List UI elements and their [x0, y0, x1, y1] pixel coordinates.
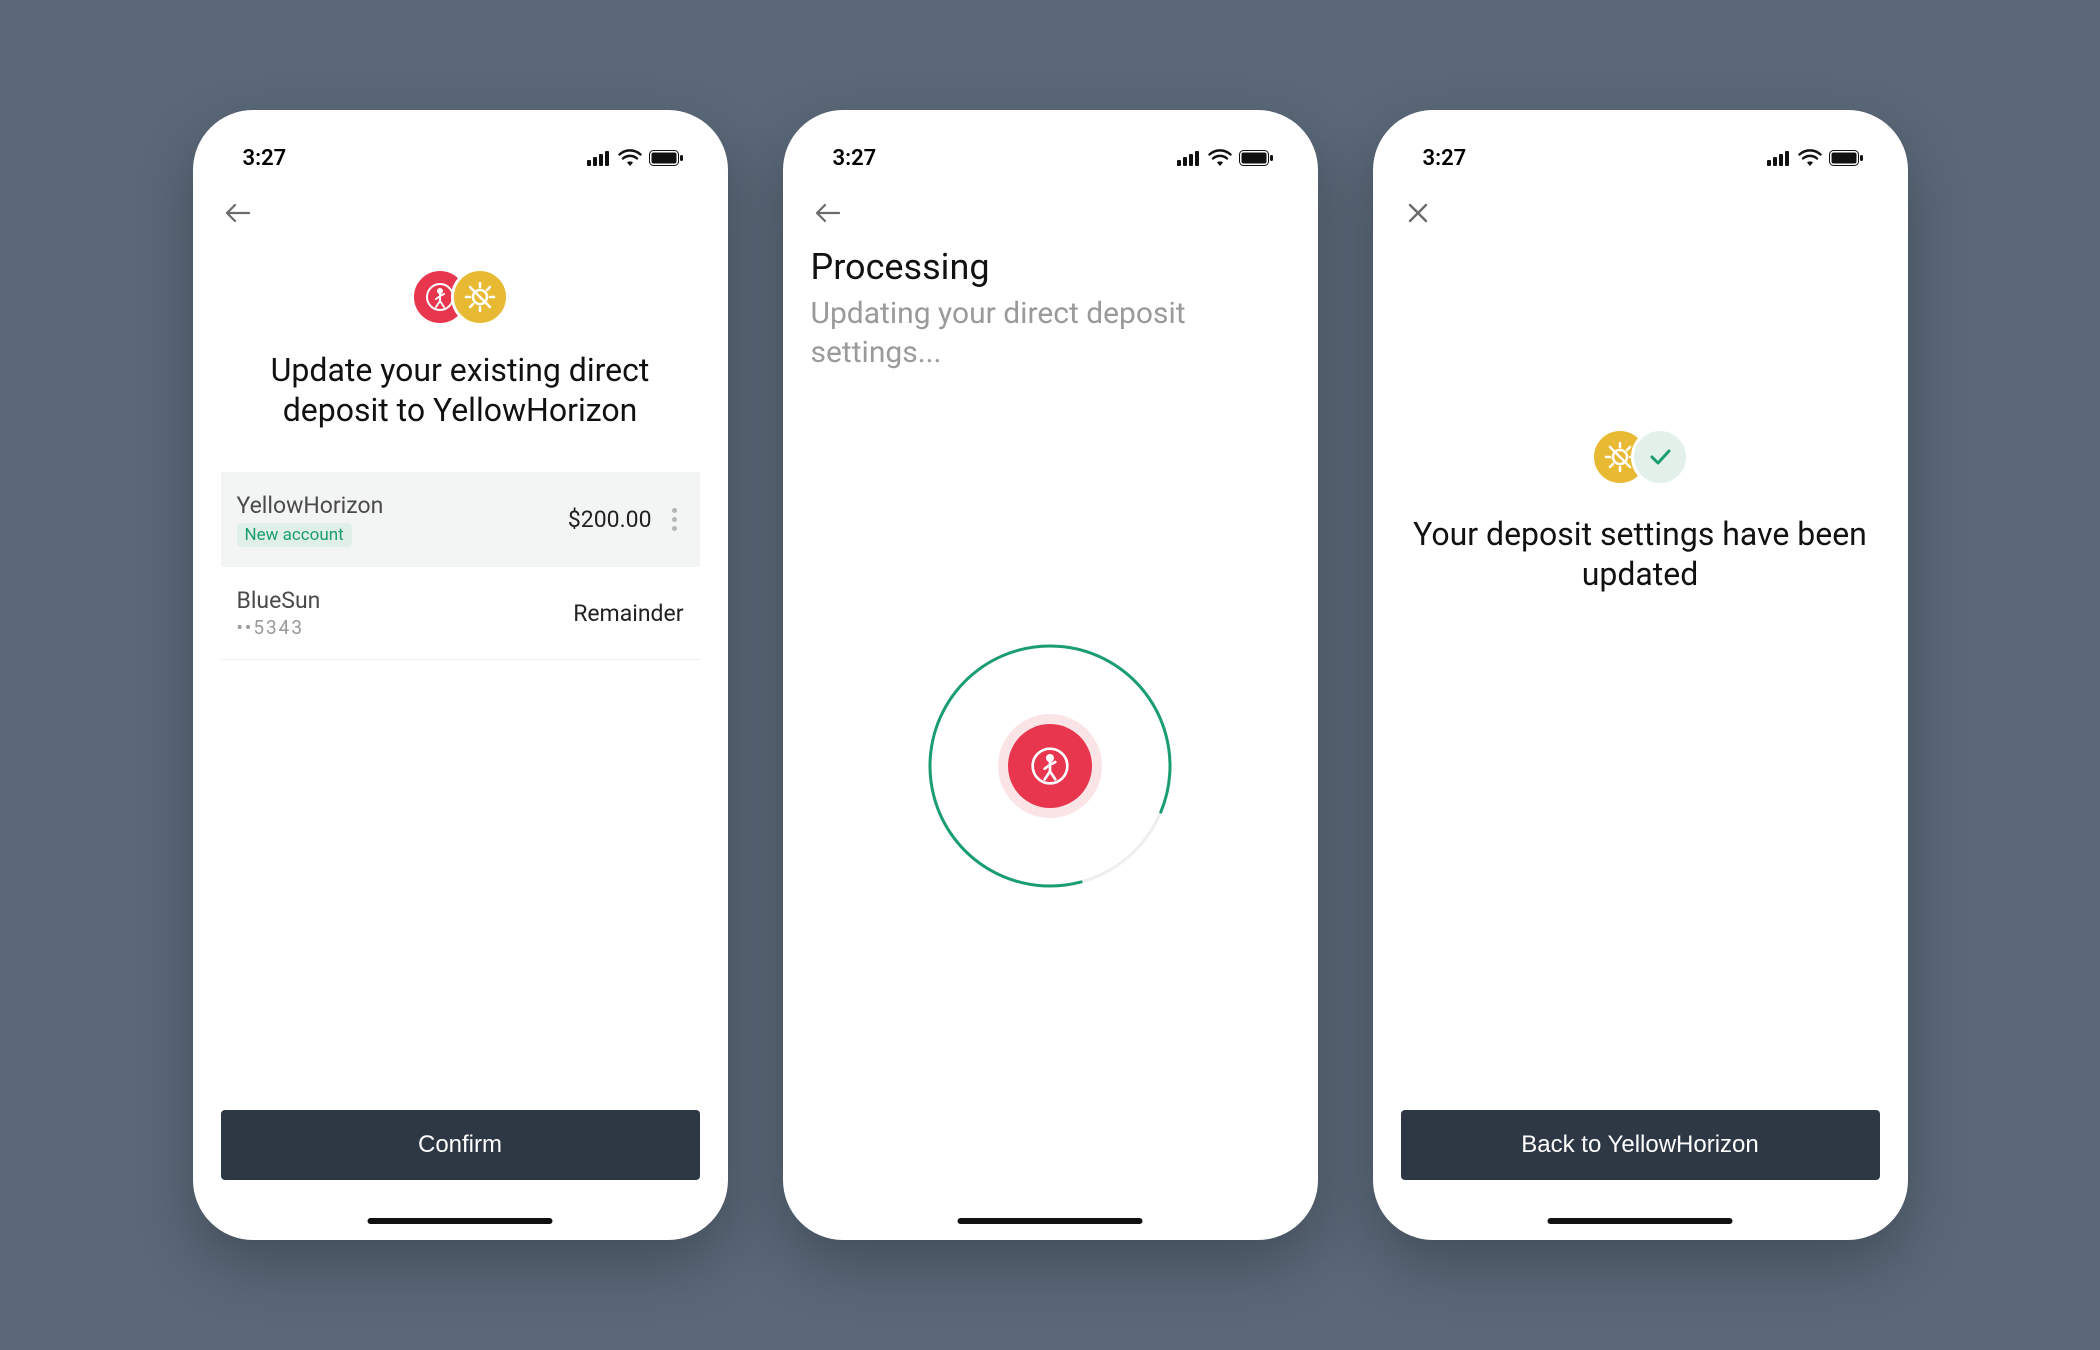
- status-time: 3:27: [833, 146, 877, 171]
- processing-subtitle: Updating your direct deposit settings...: [811, 294, 1290, 372]
- status-time: 3:27: [243, 146, 287, 171]
- nav-row: [1373, 188, 1908, 238]
- screen-content: Update your existing direct deposit to Y…: [193, 238, 728, 1110]
- account-amount: Remainder: [573, 600, 683, 627]
- wifi-icon: [618, 149, 642, 167]
- cellular-icon: [587, 150, 611, 166]
- phone-update-screen: 3:27 Update your existing direct deposit…: [193, 110, 728, 1240]
- brand-logo-pair: [221, 268, 700, 326]
- account-name: YellowHorizon: [237, 492, 568, 519]
- back-button[interactable]: [811, 196, 845, 230]
- loading-spinner: [920, 636, 1180, 896]
- phone-success-screen: 3:27 Your deposit settings have been upd…: [1373, 110, 1908, 1240]
- home-indicator[interactable]: [958, 1218, 1143, 1224]
- phone-processing-screen: 3:27 Processing Updating your direct dep…: [783, 110, 1318, 1240]
- battery-icon: [649, 150, 683, 166]
- wifi-icon: [1798, 149, 1822, 167]
- account-row-existing[interactable]: BlueSun ••5343 Remainder: [221, 567, 700, 660]
- confirm-button[interactable]: Confirm: [221, 1110, 700, 1180]
- success-check-icon: [1631, 428, 1689, 486]
- account-name: BlueSun: [237, 587, 574, 614]
- status-icons: [1767, 149, 1863, 167]
- screen-content: Your deposit settings have been updated: [1373, 238, 1908, 1110]
- account-amount: $200.00: [568, 506, 652, 533]
- spinner-container: [811, 372, 1290, 1240]
- screen-content: Processing Updating your direct deposit …: [783, 238, 1318, 1240]
- new-account-badge: New account: [237, 523, 352, 547]
- back-button[interactable]: [221, 196, 255, 230]
- status-bar: 3:27: [783, 128, 1318, 188]
- cellular-icon: [1767, 150, 1791, 166]
- wifi-icon: [1208, 149, 1232, 167]
- close-icon: [1407, 202, 1429, 224]
- home-indicator[interactable]: [1548, 1218, 1733, 1224]
- success-logo-pair: [1591, 428, 1689, 486]
- processing-title: Processing: [811, 246, 1290, 288]
- cellular-icon: [1177, 150, 1201, 166]
- account-row-new[interactable]: YellowHorizon New account $200.00: [221, 472, 700, 567]
- status-bar: 3:27: [1373, 128, 1908, 188]
- arrow-left-icon: [225, 203, 251, 223]
- back-to-app-button[interactable]: Back to YellowHorizon: [1401, 1110, 1880, 1180]
- spinner-ring-icon: [920, 636, 1180, 896]
- nav-row: [193, 188, 728, 238]
- battery-icon: [1829, 150, 1863, 166]
- battery-icon: [1239, 150, 1273, 166]
- page-headline: Update your existing direct deposit to Y…: [221, 350, 700, 430]
- account-list: YellowHorizon New account $200.00 BlueSu…: [221, 472, 700, 660]
- status-time: 3:27: [1423, 146, 1467, 171]
- account-mask: ••5343: [237, 616, 574, 639]
- status-icons: [587, 149, 683, 167]
- account-options-button[interactable]: [666, 508, 684, 531]
- status-icons: [1177, 149, 1273, 167]
- arrow-left-icon: [815, 203, 841, 223]
- close-button[interactable]: [1401, 196, 1435, 230]
- nav-row: [783, 188, 1318, 238]
- status-bar: 3:27: [193, 128, 728, 188]
- success-block: Your deposit settings have been updated: [1401, 428, 1880, 1110]
- home-indicator[interactable]: [368, 1218, 553, 1224]
- success-headline: Your deposit settings have been updated: [1401, 514, 1880, 594]
- target-brand-icon: [451, 268, 509, 326]
